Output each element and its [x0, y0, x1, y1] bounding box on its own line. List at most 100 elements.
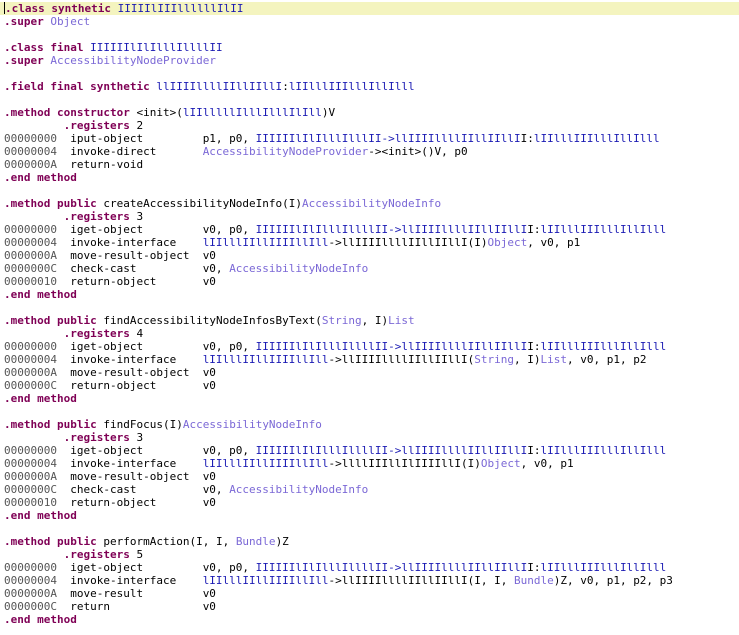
method-header-1: .method public createAccessibilityNodeIn…: [4, 197, 441, 210]
operand: lIIlllIIIlllIllIlll: [540, 223, 667, 236]
operand: v0,: [202, 262, 230, 275]
opcode: invoke-interface: [56, 574, 203, 587]
address: 00000004: [4, 145, 57, 158]
operand: ->llIIIIllllIIllIIllI(: [328, 353, 475, 366]
keyword: final synthetic: [50, 80, 150, 93]
address: 00000004: [4, 353, 57, 366]
class-name: IIIIIlIIIllllllIlII: [117, 2, 244, 15]
operand: I:: [520, 132, 534, 145]
opcode: invoke-direct: [56, 145, 203, 158]
operand: llIIIIllllIIllIIllI: [401, 444, 528, 457]
instruction-row: 00000000 iget-object v0, p0, IIIIIIlIlIl…: [4, 561, 666, 574]
type-name: AccessibilityNodeProvider: [50, 54, 216, 67]
operand: I:: [527, 223, 541, 236]
address: 00000000: [4, 561, 57, 574]
instruction-row: 0000000A return-void: [4, 158, 203, 171]
operand: )Z, v0, p1, p2, p3: [553, 574, 673, 587]
method-end-line: .end method: [4, 613, 77, 626]
keyword: .end method: [4, 171, 77, 184]
code-token: 2: [129, 119, 144, 132]
keyword: public: [56, 535, 97, 548]
method-end-line: .end method: [4, 288, 77, 301]
opcode: return-object: [56, 496, 203, 509]
operand: v0, p0,: [202, 223, 256, 236]
address: 00000004: [4, 574, 57, 587]
address: 0000000C: [4, 379, 57, 392]
keyword: .end method: [4, 613, 77, 626]
instruction-row: 00000000 iget-object v0, p0, IIIIIIlIlIl…: [4, 340, 666, 353]
operand: v0: [202, 470, 216, 483]
instruction-row: 00000004 invoke-interface lIIlllIIllIIII…: [4, 574, 673, 587]
keyword: .method: [4, 197, 51, 210]
opcode: invoke-interface: [56, 457, 203, 470]
code-token: <init>(: [136, 106, 183, 119]
operand: IIIIIIlIlIlllIllllII->: [255, 444, 402, 457]
keyword: .field: [4, 80, 44, 93]
operand: lIIlllIIllIIIIllIll: [202, 353, 329, 366]
class-declaration-line-2: .class final IIIIIIlIlIlllIllllII: [4, 41, 223, 54]
operand: AccessibilityNodeProvider: [202, 145, 369, 158]
method-end-line: .end method: [4, 509, 77, 522]
opcode: iget-object: [56, 340, 203, 353]
code-token: )Z: [275, 535, 289, 548]
address: 00000000: [4, 340, 57, 353]
opcode: move-result-object: [56, 249, 203, 262]
address: 0000000C: [4, 600, 57, 613]
operand: IIIIIIlIlIlllIllllII->: [255, 340, 402, 353]
smali-code-editor[interactable]: .class synthetic IIIIIlIIIllllllIlII .sup…: [0, 0, 739, 635]
address: 0000000A: [4, 158, 57, 171]
method-end-line: .end method: [4, 171, 77, 184]
code-token: 5: [129, 548, 144, 561]
operand: p1, p0,: [202, 132, 256, 145]
operand: List: [540, 353, 567, 366]
operand: Object: [487, 236, 528, 249]
operand: IIIIIIlIlIlllIlllII->: [255, 132, 395, 145]
method-name: createAccessibilityNodeInfo(I): [103, 197, 303, 210]
address: 0000000A: [4, 587, 57, 600]
keyword: .method: [4, 106, 51, 119]
method-header-2: .method public findAccessibilityNodeInfo…: [4, 314, 415, 327]
operand: v0,: [202, 483, 230, 496]
operand: AccessibilityNodeInfo: [229, 262, 369, 275]
instruction-row: 00000010 return-object v0: [4, 496, 216, 509]
opcode: check-cast: [56, 483, 203, 496]
opcode: move-result-object: [56, 366, 203, 379]
instruction-row: 0000000A move-result-object v0: [4, 470, 216, 483]
instruction-row: 00000004 invoke-interface lIIlllIIllIIII…: [4, 236, 580, 249]
operand: I:: [527, 561, 541, 574]
field-type: lIIlllIIIlllIllIlll: [288, 80, 415, 93]
registers-line: .registers 3: [4, 210, 143, 223]
operand: I:: [527, 444, 541, 457]
operand: v0, p0,: [202, 444, 256, 457]
opcode: move-result: [56, 587, 203, 600]
operand: v0: [202, 249, 216, 262]
keyword: .end method: [4, 392, 77, 405]
address: 0000000C: [4, 483, 57, 496]
opcode: invoke-interface: [56, 236, 203, 249]
keyword: .class: [5, 2, 45, 15]
keyword: .end method: [4, 509, 77, 522]
code-token: )V: [321, 106, 336, 119]
field-name: llIIIIllllIIllIIllI: [156, 80, 283, 93]
registers-line: .registers 4: [4, 327, 143, 340]
class-declaration-line: .class synthetic IIIIIlIIIllllllIlII: [0, 2, 739, 15]
operand: -><init>()V, p0: [368, 145, 468, 158]
instruction-row: 00000010 return-object v0: [4, 275, 216, 288]
address: 00000004: [4, 236, 57, 249]
address: 00000010: [4, 496, 57, 509]
keyword: .registers: [63, 548, 130, 561]
opcode: move-result-object: [56, 470, 203, 483]
instruction-row: 00000000 iput-object p1, p0, IIIIIIlIlIl…: [4, 132, 660, 145]
keyword: .method: [4, 535, 51, 548]
operand: Bundle: [513, 574, 554, 587]
method-header-4: .method public performAction(I, I, Bundl…: [4, 535, 289, 548]
address: 00000004: [4, 457, 57, 470]
type-name: Object: [50, 15, 91, 28]
operand: v0, p0,: [202, 561, 256, 574]
